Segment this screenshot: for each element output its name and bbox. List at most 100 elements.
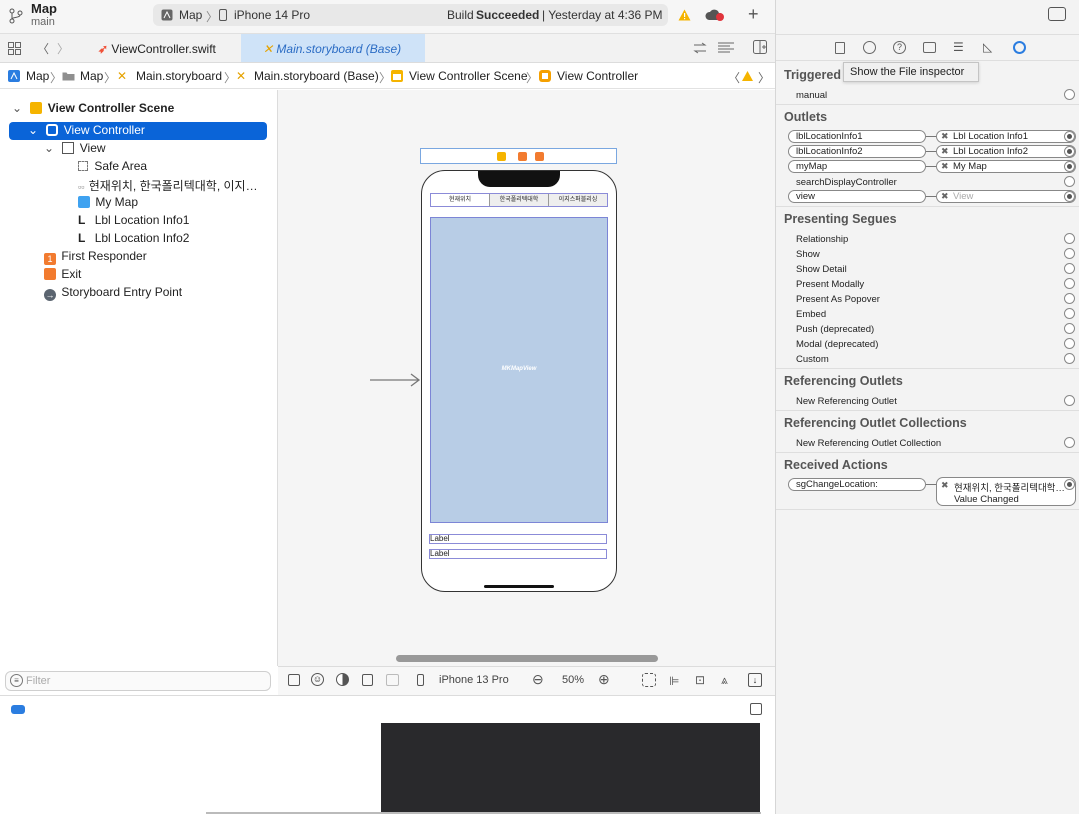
- tab-main-storyboard[interactable]: ✕ Main.storyboard (Base): [241, 34, 425, 62]
- connection-circle[interactable]: [1064, 89, 1075, 100]
- outlet-target[interactable]: ✖ Lbl Location Info1: [936, 130, 1076, 143]
- outline-item-safe-area[interactable]: Safe Area: [78, 159, 147, 177]
- connection-circle[interactable]: [1064, 395, 1075, 406]
- lines-icon[interactable]: [717, 42, 735, 54]
- embed-icon[interactable]: ↓: [748, 673, 762, 687]
- outline-item-view-controller[interactable]: ⌄ View Controller: [28, 123, 145, 141]
- outline-item-map[interactable]: My Map: [78, 195, 138, 213]
- view-controller-icon[interactable]: [497, 152, 506, 161]
- split-editor-icon[interactable]: [753, 40, 767, 54]
- file-inspector-icon[interactable]: [835, 42, 845, 54]
- forward-icon[interactable]: 〉: [57, 40, 69, 57]
- breadcrumb[interactable]: Map: [80, 69, 103, 83]
- remove-icon[interactable]: ✖: [941, 191, 949, 202]
- remove-icon[interactable]: ✖: [941, 146, 949, 157]
- breadcrumb[interactable]: View Controller: [557, 69, 638, 83]
- filter-field[interactable]: ≡ Filter: [5, 671, 271, 691]
- breadcrumb[interactable]: Map: [26, 69, 49, 83]
- entry-arrow-icon[interactable]: [370, 373, 422, 387]
- remove-icon[interactable]: ✖: [941, 480, 949, 491]
- connection-circle[interactable]: [1064, 146, 1075, 157]
- outlet-target[interactable]: ✖ View: [936, 190, 1076, 203]
- scheme-device[interactable]: iPhone 14 Pro: [234, 8, 310, 22]
- orientation-icon[interactable]: [362, 674, 373, 686]
- connection-circle[interactable]: [1064, 479, 1075, 490]
- connection-circle[interactable]: [1064, 308, 1075, 319]
- scheme-app[interactable]: Map: [179, 8, 202, 22]
- console-area[interactable]: [381, 723, 760, 814]
- scene-dock[interactable]: [420, 148, 617, 164]
- chevron-right-icon[interactable]: 〉: [758, 69, 770, 86]
- help-inspector-icon[interactable]: ?: [893, 41, 906, 54]
- horizontal-scrollbar[interactable]: [396, 655, 658, 662]
- connection-circle[interactable]: [1064, 161, 1075, 172]
- warning-icon[interactable]: [742, 71, 753, 81]
- outline-item-view[interactable]: ⌄ View: [44, 141, 106, 159]
- connection-circle[interactable]: [1064, 233, 1075, 244]
- outline-item-scene[interactable]: ⌄ View Controller Scene: [12, 101, 174, 119]
- connection-circle[interactable]: [1064, 437, 1075, 448]
- connection-circle[interactable]: [1064, 338, 1075, 349]
- first-responder-icon[interactable]: [518, 152, 527, 161]
- connection-circle[interactable]: [1064, 131, 1075, 142]
- cloud-icon[interactable]: [705, 8, 725, 22]
- back-icon[interactable]: 〈: [37, 40, 49, 57]
- connection-circle[interactable]: [1064, 323, 1075, 334]
- add-icon[interactable]: +: [748, 4, 759, 25]
- outline-item-segmented[interactable]: ▫▫ 현재위치, 한국폴리텍대학, 이지…: [78, 177, 258, 195]
- segment-easys[interactable]: 이지스퍼블리싱: [549, 194, 607, 206]
- breadcrumb[interactable]: Main.storyboard: [136, 69, 222, 83]
- connection-circle[interactable]: [1064, 263, 1075, 274]
- align-icon[interactable]: ⊫: [669, 674, 679, 688]
- zoom-in-icon[interactable]: ⊕: [598, 671, 610, 688]
- remove-icon[interactable]: ✖: [941, 131, 949, 142]
- connections-inspector-icon[interactable]: [1013, 41, 1026, 54]
- outline-item-first-responder[interactable]: 1 First Responder: [44, 249, 147, 267]
- accessibility-icon[interactable]: ☺: [311, 673, 324, 686]
- segment-polytech[interactable]: 한국폴리텍대학: [490, 194, 549, 206]
- appearance-icon[interactable]: [336, 673, 349, 686]
- project-title[interactable]: Map: [31, 1, 57, 16]
- activity-viewer[interactable]: Map 〉 iPhone 14 Pro Build Succeeded | Ye…: [153, 4, 668, 26]
- outline-item-entry-point[interactable]: → Storyboard Entry Point: [44, 285, 182, 303]
- segmented-control[interactable]: 현재위치 한국폴리텍대학 이지스퍼블리싱: [430, 193, 608, 207]
- connection-circle[interactable]: [1064, 278, 1075, 289]
- swap-icon[interactable]: [693, 42, 707, 54]
- location-label-1[interactable]: Label: [429, 534, 607, 544]
- outline-item-exit[interactable]: Exit: [44, 267, 81, 285]
- identity-inspector-icon[interactable]: [923, 42, 936, 53]
- storyboard-canvas[interactable]: 현재위치 한국폴리텍대학 이지스퍼블리싱 MKMapView Label Lab…: [278, 90, 775, 666]
- map-view[interactable]: MKMapView: [430, 217, 608, 523]
- chevron-left-icon[interactable]: 〈: [728, 69, 740, 86]
- zoom-out-icon[interactable]: ⊖: [532, 671, 544, 688]
- outlet-target[interactable]: ✖ Lbl Location Info2: [936, 145, 1076, 158]
- segment-current[interactable]: 현재위치: [431, 194, 490, 206]
- resolve-issues-icon[interactable]: ⩓: [721, 673, 728, 688]
- update-frames-icon[interactable]: [642, 673, 656, 687]
- connection-circle[interactable]: [1064, 293, 1075, 304]
- add-constraints-icon[interactable]: ⊡: [695, 673, 705, 687]
- breadcrumb[interactable]: Main.storyboard (Base): [254, 69, 379, 83]
- outline-toggle-icon[interactable]: [288, 674, 300, 686]
- grid-icon[interactable]: [8, 42, 21, 55]
- outline-item-label2[interactable]: L Lbl Location Info2: [78, 231, 189, 249]
- warning-icon[interactable]: [678, 9, 691, 21]
- breadcrumb[interactable]: View Controller Scene: [409, 69, 528, 83]
- action-target[interactable]: ✖ 현재위치, 한국폴리텍대학… Value Changed: [936, 477, 1076, 506]
- exit-icon[interactable]: [535, 152, 544, 161]
- outlet-target[interactable]: ✖ My Map: [936, 160, 1076, 173]
- hide-debug-icon[interactable]: [750, 703, 762, 715]
- size-inspector-icon[interactable]: ◺: [983, 40, 992, 54]
- remove-icon[interactable]: ✖: [941, 161, 949, 172]
- debug-toggle-icon[interactable]: [11, 705, 25, 714]
- connection-circle[interactable]: [1064, 353, 1075, 364]
- device-selector[interactable]: iPhone 13 Pro: [439, 674, 509, 686]
- location-label-2[interactable]: Label: [429, 549, 607, 559]
- tab-viewcontroller[interactable]: ➶ ViewController.swift: [98, 34, 238, 62]
- inspector-toggle-icon[interactable]: [1048, 7, 1066, 21]
- connection-circle[interactable]: [1064, 248, 1075, 259]
- attributes-inspector-icon[interactable]: ☰: [953, 40, 964, 54]
- zoom-level[interactable]: 50%: [562, 674, 584, 686]
- outline-item-label1[interactable]: L Lbl Location Info1: [78, 213, 189, 231]
- connection-circle[interactable]: [1064, 176, 1075, 187]
